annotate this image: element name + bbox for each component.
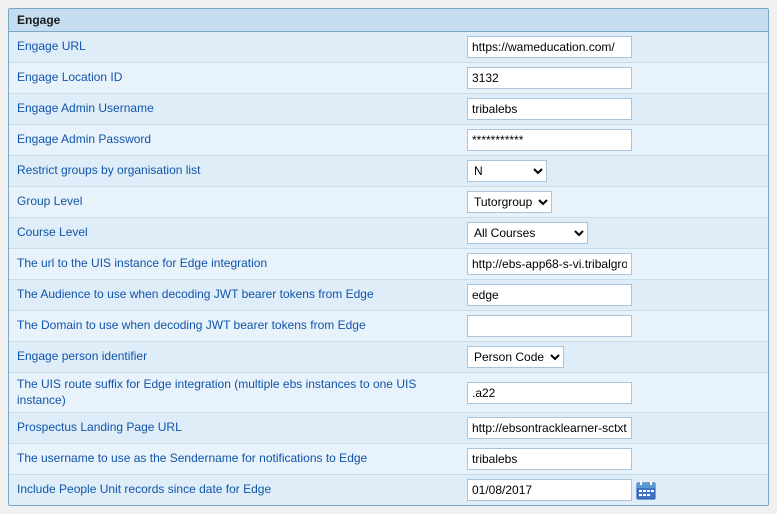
label-sender-name: The username to use as the Sendername fo…: [17, 451, 467, 467]
label-restrict-groups: Restrict groups by organisation list: [17, 163, 467, 179]
form-row-people-unit-date: Include People Unit records since date f…: [9, 475, 768, 505]
value-restrict-groups: NY: [467, 160, 760, 182]
label-engage-admin-password: Engage Admin Password: [17, 132, 467, 148]
label-course-level: Course Level: [17, 225, 467, 241]
input-sender-name[interactable]: [467, 448, 632, 470]
label-prospectus-url: Prospectus Landing Page URL: [17, 420, 467, 436]
value-engage-url: [467, 36, 760, 58]
input-engage-admin-password[interactable]: [467, 129, 632, 151]
panel-body: Engage URL Engage Location ID Engage Admin…: [9, 32, 768, 505]
label-person-identifier: Engage person identifier: [17, 349, 467, 365]
input-engage-admin-username[interactable]: [467, 98, 632, 120]
input-people-unit-date[interactable]: [467, 479, 632, 501]
value-jwt-audience: [467, 284, 760, 306]
value-engage-admin-password: [467, 129, 760, 151]
value-uis-route-suffix: [467, 382, 760, 404]
select-course-level[interactable]: All CoursesSelected Courses: [467, 222, 588, 244]
label-jwt-audience: The Audience to use when decoding JWT be…: [17, 287, 467, 303]
form-row-restrict-groups: Restrict groups by organisation listNY: [9, 156, 768, 187]
value-uis-url: [467, 253, 760, 275]
label-engage-admin-username: Engage Admin Username: [17, 101, 467, 117]
input-engage-url[interactable]: [467, 36, 632, 58]
label-engage-location-id: Engage Location ID: [17, 70, 467, 86]
form-row-engage-location-id: Engage Location ID: [9, 63, 768, 94]
form-row-engage-admin-password: Engage Admin Password: [9, 125, 768, 156]
value-course-level: All CoursesSelected Courses: [467, 222, 760, 244]
value-people-unit-date: [467, 479, 760, 501]
form-row-group-level: Group LevelTutorgroupCourseClass: [9, 187, 768, 218]
label-jwt-domain: The Domain to use when decoding JWT bear…: [17, 318, 467, 334]
value-sender-name: [467, 448, 760, 470]
form-row-sender-name: The username to use as the Sendername fo…: [9, 444, 768, 475]
form-row-person-identifier: Engage person identifierPerson CodeUsern…: [9, 342, 768, 373]
form-row-uis-url: The url to the UIS instance for Edge int…: [9, 249, 768, 280]
input-uis-url[interactable]: [467, 253, 632, 275]
form-row-engage-url: Engage URL: [9, 32, 768, 63]
value-person-identifier: Person CodeUsernameEmail: [467, 346, 760, 368]
form-row-jwt-domain: The Domain to use when decoding JWT bear…: [9, 311, 768, 342]
label-engage-url: Engage URL: [17, 39, 467, 55]
label-uis-url: The url to the UIS instance for Edge int…: [17, 256, 467, 272]
select-group-level[interactable]: TutorgroupCourseClass: [467, 191, 552, 213]
label-people-unit-date: Include People Unit records since date f…: [17, 482, 467, 498]
value-jwt-domain: [467, 315, 760, 337]
input-prospectus-url[interactable]: [467, 417, 632, 439]
select-person-identifier[interactable]: Person CodeUsernameEmail: [467, 346, 564, 368]
form-row-engage-admin-username: Engage Admin Username: [9, 94, 768, 125]
value-group-level: TutorgroupCourseClass: [467, 191, 760, 213]
select-restrict-groups[interactable]: NY: [467, 160, 547, 182]
calendar-icon[interactable]: [636, 480, 656, 500]
panel-title: Engage: [9, 9, 768, 32]
form-row-course-level: Course LevelAll CoursesSelected Courses: [9, 218, 768, 249]
label-uis-route-suffix: The UIS route suffix for Edge integratio…: [17, 377, 467, 408]
engage-panel: Engage Engage URLEngage Location IDEngag…: [8, 8, 769, 506]
input-uis-route-suffix[interactable]: [467, 382, 632, 404]
value-engage-admin-username: [467, 98, 760, 120]
value-engage-location-id: [467, 67, 760, 89]
input-engage-location-id[interactable]: [467, 67, 632, 89]
label-group-level: Group Level: [17, 194, 467, 210]
value-prospectus-url: [467, 417, 760, 439]
input-jwt-audience[interactable]: [467, 284, 632, 306]
form-row-uis-route-suffix: The UIS route suffix for Edge integratio…: [9, 373, 768, 413]
form-row-prospectus-url: Prospectus Landing Page URL: [9, 413, 768, 444]
form-row-jwt-audience: The Audience to use when decoding JWT be…: [9, 280, 768, 311]
input-jwt-domain[interactable]: [467, 315, 632, 337]
